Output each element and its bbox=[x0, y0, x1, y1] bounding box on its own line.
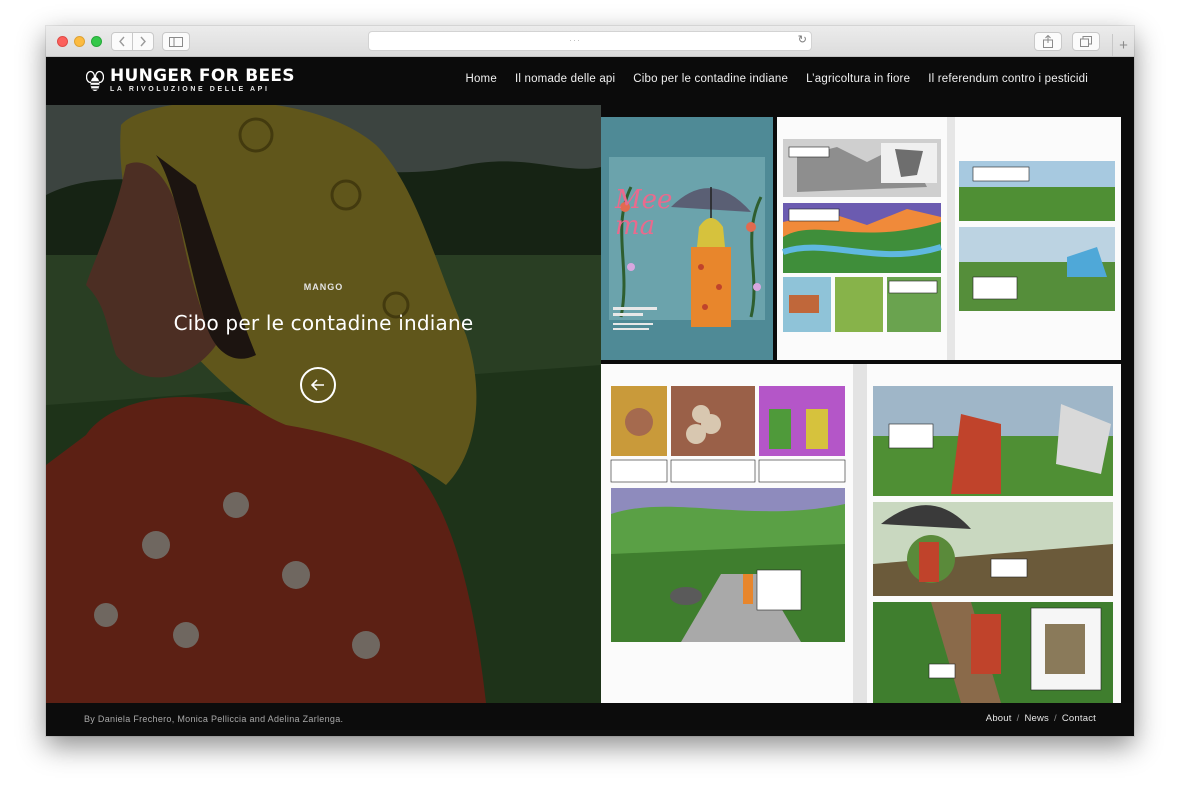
tabs-icon bbox=[1080, 36, 1092, 47]
footer-credits: By Daniela Frechero, Monica Pelliccia an… bbox=[84, 714, 344, 724]
hero-title: Cibo per le contadine indiane bbox=[173, 311, 474, 335]
site-header: HUNGER FOR BEES LA RIVOLUZIONE DELLE API… bbox=[46, 57, 1134, 105]
browser-toolbar: ··· ↻ + bbox=[46, 26, 1134, 57]
nav-item-home[interactable]: Home bbox=[465, 73, 496, 85]
cover-title: Mee ma bbox=[615, 185, 673, 241]
footer-link-about[interactable]: About bbox=[986, 713, 1012, 724]
address-bar[interactable]: ··· ↻ bbox=[368, 31, 812, 51]
site-footer: By Daniela Frechero, Monica Pelliccia an… bbox=[46, 703, 1134, 736]
hero-content: MANGO Cibo per le contadine indiane bbox=[46, 105, 601, 703]
site-logo[interactable]: HUNGER FOR BEES LA RIVOLUZIONE DELLE API bbox=[86, 67, 295, 94]
close-window-button[interactable] bbox=[57, 36, 68, 47]
back-button[interactable] bbox=[111, 32, 133, 51]
comic-spread-2[interactable] bbox=[601, 364, 1121, 703]
arrow-left-icon bbox=[311, 379, 324, 391]
footer-separator: / bbox=[1016, 713, 1020, 724]
new-tab-button[interactable]: + bbox=[1112, 34, 1134, 56]
chevron-right-icon bbox=[140, 36, 146, 47]
hero-section: MANGO Cibo per le contadine indiane bbox=[46, 105, 601, 703]
nav-item-referendum-pesticidi[interactable]: Il referendum contro i pesticidi bbox=[928, 73, 1088, 85]
sidebar-icon bbox=[169, 36, 183, 47]
zoom-window-button[interactable] bbox=[91, 36, 102, 47]
forward-button[interactable] bbox=[132, 32, 154, 51]
sidebar-toggle-button[interactable] bbox=[162, 32, 190, 51]
footer-separator: / bbox=[1054, 713, 1057, 724]
logo-title: HUNGER FOR BEES bbox=[110, 66, 295, 86]
hero-category[interactable]: MANGO bbox=[46, 282, 601, 292]
nav-item-agricoltura-in-fiore[interactable]: L’agricoltura in fiore bbox=[806, 73, 910, 85]
logo-subtitle: LA RIVOLUZIONE DELLE API bbox=[110, 86, 270, 93]
share-button[interactable] bbox=[1034, 32, 1062, 51]
show-tabs-button[interactable] bbox=[1072, 32, 1100, 51]
bee-icon bbox=[86, 70, 104, 91]
spread-1-illustration bbox=[777, 117, 1121, 360]
comic-spread-1[interactable] bbox=[777, 117, 1121, 360]
back-arrow-button[interactable] bbox=[300, 367, 336, 403]
nav-item-il-nomade-delle-api[interactable]: Il nomade delle api bbox=[515, 73, 615, 85]
chevron-left-icon bbox=[119, 36, 125, 47]
share-icon bbox=[1043, 35, 1053, 48]
comic-gallery: Mee ma bbox=[601, 105, 1134, 703]
reload-icon[interactable]: ↻ bbox=[798, 33, 807, 46]
main-nav: Home Il nomade delle api Cibo per le con… bbox=[465, 73, 1088, 85]
footer-link-news[interactable]: News bbox=[1024, 713, 1049, 724]
comic-cover[interactable]: Mee ma bbox=[601, 117, 773, 360]
spread-2-illustration bbox=[601, 364, 1121, 703]
minimize-window-button[interactable] bbox=[74, 36, 85, 47]
website: HUNGER FOR BEES LA RIVOLUZIONE DELLE API… bbox=[46, 57, 1134, 736]
nav-item-cibo-per-le-contadine-indiane[interactable]: Cibo per le contadine indiane bbox=[633, 73, 788, 85]
address-placeholder: ··· bbox=[569, 35, 581, 45]
footer-links: About / News / Contact bbox=[986, 713, 1096, 724]
plus-icon: + bbox=[1119, 36, 1128, 54]
browser-window: ··· ↻ + HUNGER FOR BEES LA RIVOLUZIONE D… bbox=[46, 26, 1134, 736]
footer-link-contact[interactable]: Contact bbox=[1062, 713, 1096, 724]
